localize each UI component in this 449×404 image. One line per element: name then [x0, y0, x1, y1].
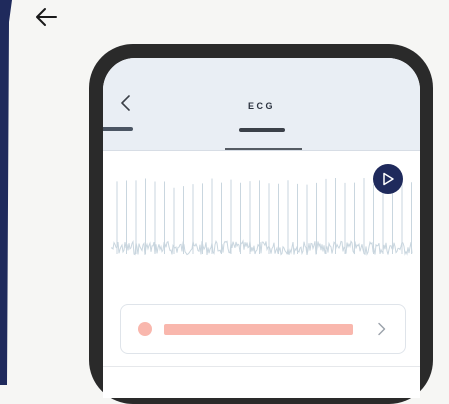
- phone-screen: ECG: [103, 58, 420, 398]
- back-arrow-icon[interactable]: [34, 6, 60, 28]
- ecg-baseline-noise: [111, 239, 413, 256]
- tab-active-indicator[interactable]: [239, 128, 285, 132]
- play-button[interactable]: [373, 164, 403, 194]
- ecg-record-card[interactable]: [120, 304, 406, 354]
- ecg-waveform: [111, 178, 413, 256]
- play-icon: [383, 172, 394, 186]
- chevron-right-icon: [377, 322, 387, 336]
- tab-indicator-left[interactable]: [103, 127, 133, 131]
- record-placeholder-bar: [164, 324, 353, 335]
- header-title: ECG: [247, 101, 275, 111]
- left-accent-bar: [0, 0, 12, 385]
- app-header: ECG: [103, 58, 420, 151]
- tab-underline: [225, 148, 302, 150]
- record-status-dot: [138, 322, 152, 336]
- section-divider: [103, 366, 420, 367]
